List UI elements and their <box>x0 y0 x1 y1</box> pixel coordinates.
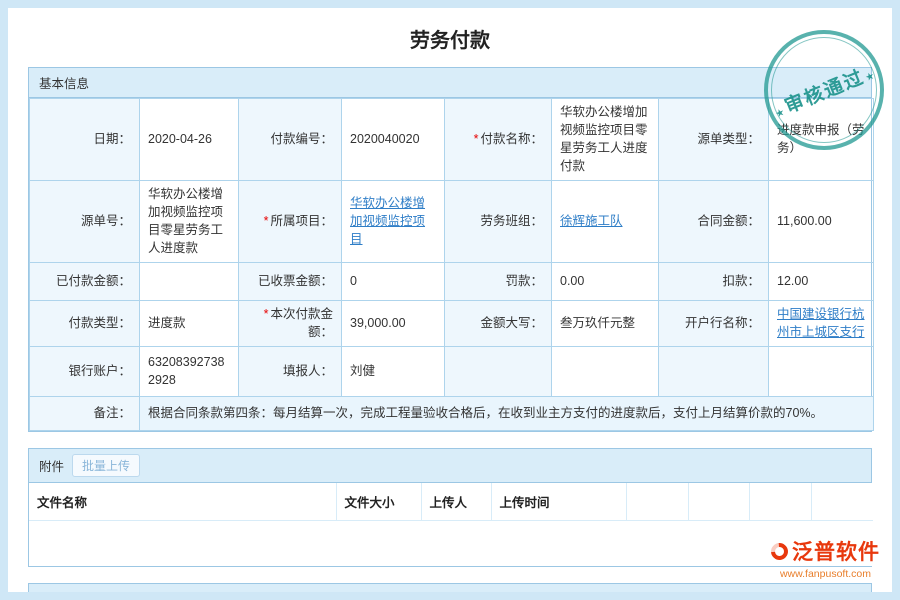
fanpu-logo-icon <box>768 539 792 563</box>
project-value: 华软办公楼增加视频监控项目 <box>342 180 445 262</box>
bank-name-value: 中国建设银行杭州市上城区支行 <box>769 300 874 346</box>
fanpu-logo-url: www.fanpusoft.com <box>771 568 880 580</box>
table-row: 已付款金额： 已收票金额： 0 罚款： 0.00 扣款： 12.00 <box>30 262 874 300</box>
invoiced-amount-value: 0 <box>342 262 445 300</box>
col-empty <box>626 483 688 521</box>
table-row: 银行账户： 632083927382928 填报人： 刘健 <box>30 346 874 396</box>
required-marker: * <box>264 307 269 321</box>
col-empty <box>749 483 811 521</box>
col-file-name: 文件名称 <box>29 483 336 521</box>
pay-type-value: 进度款 <box>140 300 239 346</box>
pay-name-value: 华软办公楼增加视频监控项目零星劳务工人进度付款 <box>552 99 659 181</box>
source-no-value: 华软办公楼增加视频监控项目零星劳务工人进度款 <box>140 180 239 262</box>
pay-no-value: 2020040020 <box>342 99 445 181</box>
penalty-value: 0.00 <box>552 262 659 300</box>
attachments-panel: 附件 批量上传 文件名称 文件大小 上传人 上传时间 <box>28 448 872 568</box>
date-label: 日期： <box>30 99 140 181</box>
basic-info-title: 基本信息 <box>39 73 89 92</box>
table-row: 付款类型： 进度款 *本次付款金额： 39,000.00 金额大写： 叁万玖仟元… <box>30 300 874 346</box>
fanpu-logo: 泛普软件 www.fanpusoft.com <box>771 536 880 580</box>
deduction-label: 扣款： <box>659 262 769 300</box>
empty-cell <box>659 346 769 396</box>
page-title: 劳务付款 <box>28 8 872 67</box>
pay-name-label: *付款名称： <box>445 99 552 181</box>
amount-caps-value: 叁万玖仟元整 <box>552 300 659 346</box>
attachments-header-row: 文件名称 文件大小 上传人 上传时间 <box>29 483 873 521</box>
preparer-value: 刘健 <box>342 346 445 396</box>
col-uploader: 上传人 <box>421 483 491 521</box>
table-row: 源单号： 华软办公楼增加视频监控项目零星劳务工人进度款 *所属项目： 华软办公楼… <box>30 180 874 262</box>
paid-amount-label: 已付款金额： <box>30 262 140 300</box>
labor-team-label: 劳务班组： <box>445 180 552 262</box>
source-type-value: 进度款申报（劳务） <box>769 99 874 181</box>
remark-value: 根据合同条款第四条：每月结算一次，完成工程量验收合格后，在收到业主方支付的进度款… <box>140 396 874 430</box>
required-marker: * <box>264 214 269 228</box>
required-marker: * <box>474 132 479 146</box>
penalty-label: 罚款： <box>445 262 552 300</box>
bank-name-label: 开户行名称： <box>659 300 769 346</box>
col-empty <box>688 483 749 521</box>
remark-label: 备注： <box>30 396 140 430</box>
labor-team-value: 徐辉施工队 <box>552 180 659 262</box>
empty-cell <box>769 346 874 396</box>
bank-account-label: 银行账户： <box>30 346 140 396</box>
next-section-bar <box>28 583 872 592</box>
current-amount-label: *本次付款金额： <box>239 300 342 346</box>
fanpu-logo-name: 泛普软件 <box>792 536 880 566</box>
pay-type-label: 付款类型： <box>30 300 140 346</box>
project-link[interactable]: 华软办公楼增加视频监控项目 <box>350 196 425 246</box>
batch-upload-button[interactable]: 批量上传 <box>72 454 140 477</box>
table-row: 备注： 根据合同条款第四条：每月结算一次，完成工程量验收合格后，在收到业主方支付… <box>30 396 874 430</box>
project-label: *所属项目： <box>239 180 342 262</box>
col-file-size: 文件大小 <box>336 483 421 521</box>
current-amount-value: 39,000.00 <box>342 300 445 346</box>
invoiced-amount-label: 已收票金额： <box>239 262 342 300</box>
paid-amount-value <box>140 262 239 300</box>
bank-account-value: 632083927382928 <box>140 346 239 396</box>
page: 劳务付款 基本信息 日期： 2020-04-26 付款编号： 202004002… <box>8 8 892 592</box>
attachments-table: 文件名称 文件大小 上传人 上传时间 <box>29 483 873 567</box>
deduction-value: 12.00 <box>769 262 874 300</box>
date-value: 2020-04-26 <box>140 99 239 181</box>
attachments-title: 附件 <box>39 456 64 475</box>
labor-team-link[interactable]: 徐辉施工队 <box>560 214 623 228</box>
basic-info-table: 日期： 2020-04-26 付款编号： 2020040020 *付款名称： 华… <box>29 98 874 431</box>
amount-caps-label: 金额大写： <box>445 300 552 346</box>
table-row: 日期： 2020-04-26 付款编号： 2020040020 *付款名称： 华… <box>30 99 874 181</box>
bank-name-link[interactable]: 中国建设银行杭州市上城区支行 <box>777 307 865 339</box>
col-upload-time: 上传时间 <box>491 483 626 521</box>
source-type-label: 源单类型： <box>659 99 769 181</box>
empty-attachment-area <box>29 520 873 566</box>
empty-cell <box>552 346 659 396</box>
pay-no-label: 付款编号： <box>239 99 342 181</box>
contract-amount-value: 11,600.00 <box>769 180 874 262</box>
source-no-label: 源单号： <box>30 180 140 262</box>
attachments-empty-row <box>29 520 873 566</box>
empty-cell <box>445 346 552 396</box>
col-empty <box>811 483 873 521</box>
contract-amount-label: 合同金额： <box>659 180 769 262</box>
preparer-label: 填报人： <box>239 346 342 396</box>
basic-info-header: 基本信息 <box>29 68 871 98</box>
basic-info-panel: 基本信息 日期： 2020-04-26 付款编号： 2020040020 *付款… <box>28 67 872 432</box>
attachments-header: 附件 批量上传 <box>29 449 871 483</box>
